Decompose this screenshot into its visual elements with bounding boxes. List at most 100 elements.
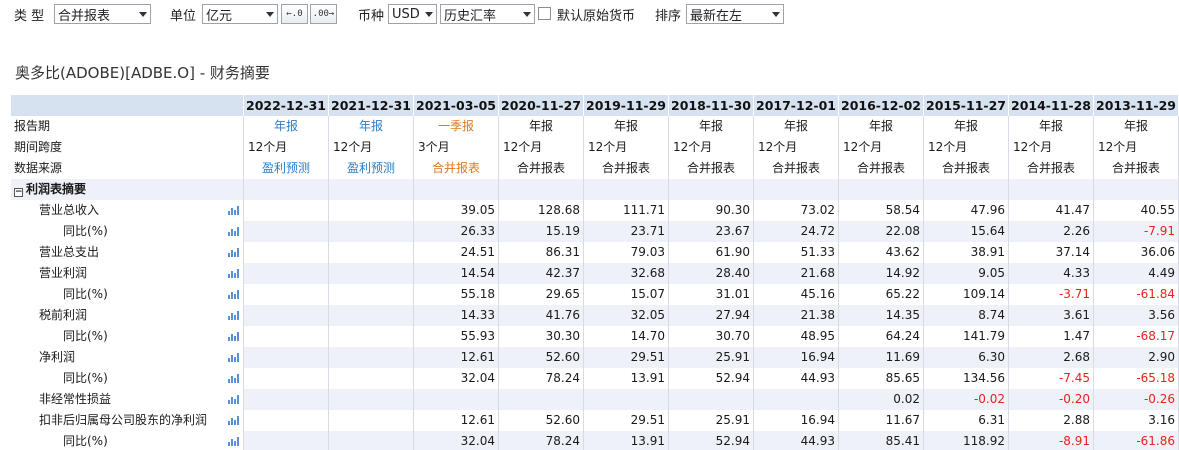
value-cell: 41.47 xyxy=(1009,200,1094,221)
row-label-text: 同比(%) xyxy=(63,329,108,343)
value-cell: 16.94 xyxy=(754,347,839,368)
value-cell: 109.14 xyxy=(924,284,1009,305)
column-header-date[interactable]: 2015-11-27 xyxy=(924,95,1009,116)
value-cell: -0.20 xyxy=(1009,389,1094,410)
value-cell: 30.30 xyxy=(499,326,584,347)
bar-chart-icon[interactable] xyxy=(228,331,239,341)
row-label-text: 非经常性损益 xyxy=(39,392,112,406)
value-cell xyxy=(754,389,839,410)
column-header-date[interactable]: 2018-11-30 xyxy=(669,95,754,116)
period-span-cell: 12个月 xyxy=(924,137,1009,158)
section-empty-cell xyxy=(329,179,414,200)
section-empty-cell xyxy=(1009,179,1094,200)
row-label: 税前利润 xyxy=(11,305,244,326)
value-cell: 32.05 xyxy=(584,305,669,326)
bar-chart-icon[interactable] xyxy=(228,415,239,425)
period-span-cell: 12个月 xyxy=(499,137,584,158)
bar-chart-icon[interactable] xyxy=(228,310,239,320)
period-span-cell: 12个月 xyxy=(839,137,924,158)
column-header-date[interactable]: 2020-11-27 xyxy=(499,95,584,116)
sort-select[interactable]: 最新在左 xyxy=(686,4,784,24)
value-cell xyxy=(244,221,329,242)
value-cell: 78.24 xyxy=(499,431,584,450)
bar-chart-icon[interactable] xyxy=(228,352,239,362)
type-select[interactable]: 合并报表 xyxy=(54,4,151,24)
value-cell: 13.91 xyxy=(584,368,669,389)
column-header-date[interactable]: 2016-12-02 xyxy=(839,95,924,116)
value-cell xyxy=(329,410,414,431)
row-label: 营业利润 xyxy=(11,263,244,284)
currency-select[interactable]: USD xyxy=(388,4,437,24)
value-cell: 44.93 xyxy=(754,431,839,450)
value-cell: 90.30 xyxy=(669,200,754,221)
bar-chart-icon[interactable] xyxy=(228,247,239,257)
value-cell: 9.05 xyxy=(924,263,1009,284)
value-cell: 61.90 xyxy=(669,242,754,263)
column-header-date[interactable]: 2019-11-29 xyxy=(584,95,669,116)
bar-chart-icon[interactable] xyxy=(228,268,239,278)
value-cell: 78.24 xyxy=(499,368,584,389)
default-currency-label: 默认原始货币 xyxy=(557,9,636,24)
row-label: 同比(%) xyxy=(11,221,244,242)
value-cell xyxy=(329,368,414,389)
bar-chart-icon[interactable] xyxy=(228,394,239,404)
value-cell: 23.71 xyxy=(584,221,669,242)
page-title: 奥多比(ADOBE)[ADBE.O] - 财务摘要 xyxy=(15,64,270,82)
header-corner xyxy=(11,95,244,116)
value-cell: -68.17 xyxy=(1094,326,1179,347)
column-header-date[interactable]: 2017-12-01 xyxy=(754,95,839,116)
value-cell: 4.49 xyxy=(1094,263,1179,284)
value-cell xyxy=(329,263,414,284)
value-cell: 44.93 xyxy=(754,368,839,389)
row-label: 期间跨度 xyxy=(11,137,244,158)
collapse-icon[interactable]: − xyxy=(14,188,23,197)
section-row: − 利润表摘要 xyxy=(11,179,1179,200)
table-row: 税前利润 14.33 41.76 32.05 27.94 21.38 14.35 8.74 3.… xyxy=(11,305,1179,326)
period-span-cell: 12个月 xyxy=(584,137,669,158)
bar-chart-icon[interactable] xyxy=(228,289,239,299)
data-source-cell: 盈利预测 xyxy=(244,158,329,179)
value-cell: 14.33 xyxy=(414,305,499,326)
decrease-decimal-button[interactable]: ←.0 xyxy=(281,4,308,24)
unit-select[interactable]: 亿元 xyxy=(202,4,278,24)
type-label: 类 型 xyxy=(14,9,45,24)
value-cell: 32.04 xyxy=(414,368,499,389)
value-cell xyxy=(329,389,414,410)
data-source-cell: 合并报表 xyxy=(1009,158,1094,179)
value-cell xyxy=(329,242,414,263)
row-label: 同比(%) xyxy=(11,326,244,347)
value-cell: -7.45 xyxy=(1009,368,1094,389)
bar-chart-icon[interactable] xyxy=(228,436,239,446)
period-span-cell: 12个月 xyxy=(669,137,754,158)
chevron-down-icon xyxy=(768,5,783,23)
chevron-down-icon xyxy=(421,5,436,23)
column-header-date[interactable]: 2014-11-28 xyxy=(1009,95,1094,116)
value-cell: -0.02 xyxy=(924,389,1009,410)
section-empty-cell xyxy=(584,179,669,200)
value-cell: 47.96 xyxy=(924,200,1009,221)
value-cell xyxy=(329,200,414,221)
section-title: 利润表摘要 xyxy=(26,182,87,196)
exchange-rate-select[interactable]: 历史汇率 xyxy=(440,4,535,24)
bar-chart-icon[interactable] xyxy=(228,373,239,383)
column-header-date[interactable]: 2013-11-29 xyxy=(1094,95,1179,116)
value-cell: 43.62 xyxy=(839,242,924,263)
period-span-cell: 12个月 xyxy=(1009,137,1094,158)
column-header-date[interactable]: 2021-03-05 xyxy=(414,95,499,116)
financial-summary-table: 2022-12-31 2021-12-31 2021-03-05 2020-11-27… xyxy=(11,95,1179,450)
section-label[interactable]: − 利润表摘要 xyxy=(11,179,244,200)
bar-chart-icon[interactable] xyxy=(228,226,239,236)
value-cell xyxy=(244,410,329,431)
column-header-date[interactable]: 2021-12-31 xyxy=(329,95,414,116)
row-label: 同比(%) xyxy=(11,368,244,389)
value-cell: 12.61 xyxy=(414,410,499,431)
increase-decimal-button[interactable]: .00→ xyxy=(310,4,337,24)
value-cell: 14.70 xyxy=(584,326,669,347)
period-span-cell: 12个月 xyxy=(754,137,839,158)
column-header-date[interactable]: 2022-12-31 xyxy=(244,95,329,116)
unit-label: 单位 xyxy=(170,9,197,24)
default-currency-checkbox[interactable] xyxy=(538,7,551,20)
value-cell: 38.91 xyxy=(924,242,1009,263)
value-cell: 2.68 xyxy=(1009,347,1094,368)
bar-chart-icon[interactable] xyxy=(228,205,239,215)
